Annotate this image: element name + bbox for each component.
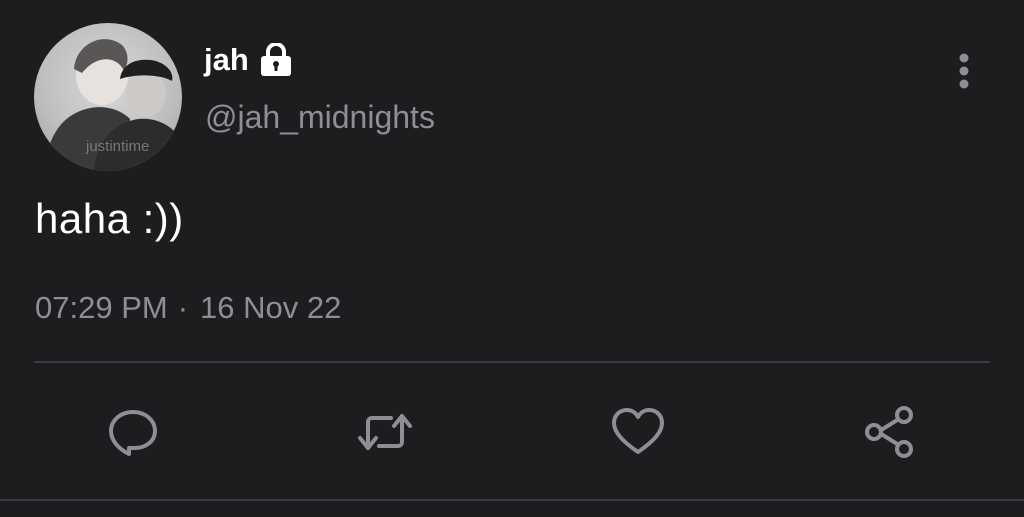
- divider: [34, 361, 990, 363]
- divider: [0, 499, 1024, 501]
- share-icon: [865, 406, 913, 458]
- avatar[interactable]: justintime: [34, 23, 182, 171]
- author-handle[interactable]: @jah_midnights: [205, 99, 435, 136]
- tweet-timestamp: 07:29 PM · 16 Nov 22: [35, 290, 341, 326]
- like-button[interactable]: [610, 404, 666, 460]
- timestamp-separator: ·: [177, 290, 189, 325]
- avatar-photo: justintime: [44, 39, 182, 171]
- lock-icon: [258, 43, 294, 77]
- share-button[interactable]: [862, 404, 918, 460]
- retweet-icon: [358, 414, 412, 450]
- more-vertical-icon[interactable]: [950, 50, 978, 94]
- heart-icon: [612, 408, 664, 454]
- display-name[interactable]: jah: [204, 42, 249, 78]
- retweet-button[interactable]: [357, 404, 413, 460]
- reply-icon: [109, 410, 157, 456]
- tweet-time: 07:29 PM: [35, 290, 168, 325]
- avatar-watermark: justintime: [85, 138, 149, 155]
- tweet-date: 16 Nov 22: [200, 290, 342, 325]
- tweet-text: haha :)): [35, 195, 184, 242]
- author-name-row: jah: [204, 40, 294, 80]
- reply-button[interactable]: [105, 404, 161, 460]
- tweet-card: justintime jah @jah_midnights haha :)) 0…: [0, 0, 1024, 517]
